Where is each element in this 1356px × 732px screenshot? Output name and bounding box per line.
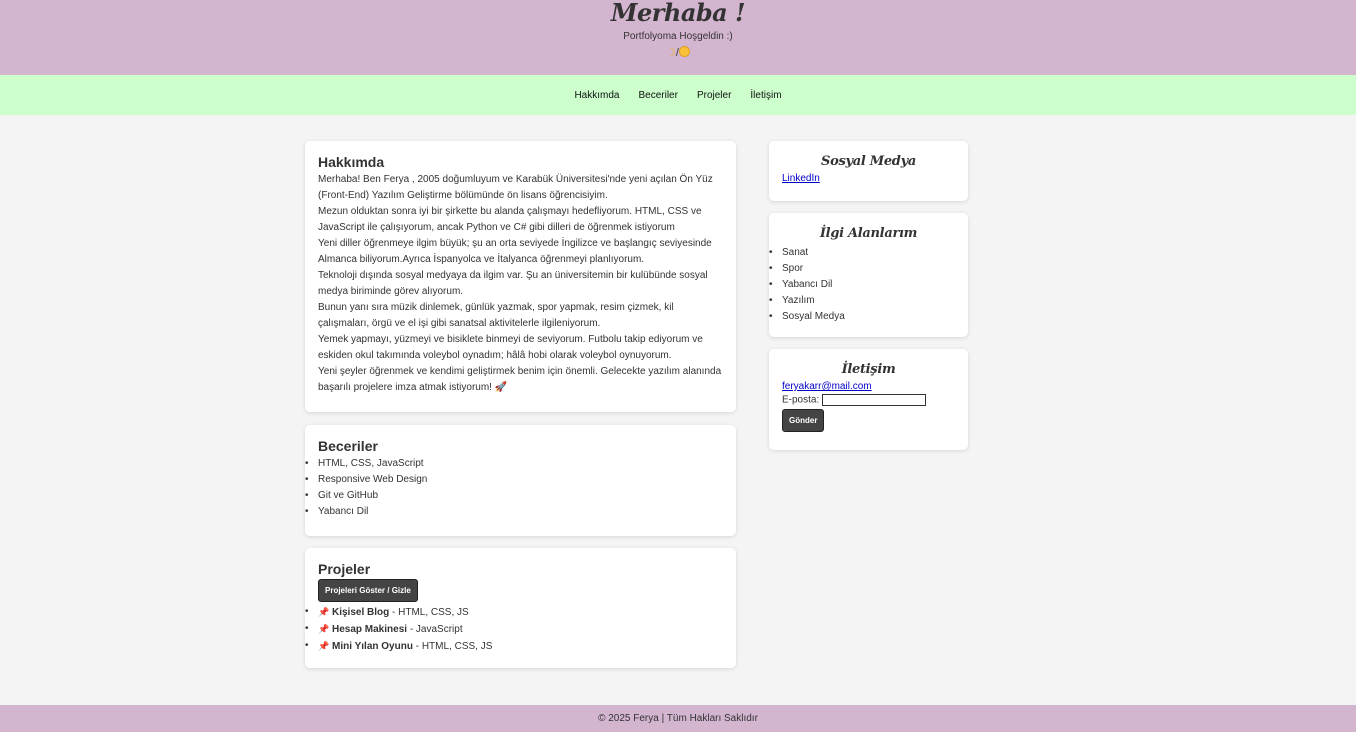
sun-icon[interactable]: [678, 46, 690, 57]
about-paragraph: Yeni diller öğrenmeye ilgim büyük; şu an…: [318, 238, 712, 265]
projects-list: 📌 Kişisel Blog - HTML, CSS, JS 📌 Hesap M…: [305, 604, 723, 655]
list-item: Git ve GitHub: [305, 488, 723, 504]
list-item: Sosyal Medya: [769, 309, 955, 325]
about-paragraph: Teknoloji dışında sosyal medyaya da ilgi…: [318, 270, 708, 297]
about-paragraph: Yemek yapmayı, yüzmeyi ve bisiklete binm…: [318, 334, 703, 361]
theme-toggle: ☽/: [0, 46, 1356, 59]
list-item: 📌 Mini Yılan Oyunu - HTML, CSS, JS: [305, 638, 723, 655]
skills-list: HTML, CSS, JavaScript Responsive Web Des…: [305, 456, 723, 520]
page-title: Merhaba !: [610, 0, 746, 27]
project-tech: - HTML, CSS, JS: [389, 607, 469, 618]
project-name: Hesap Makinesi: [332, 624, 408, 635]
interests-list: Sanat Spor Yabancı Dil Yazılım Sosyal Me…: [769, 245, 955, 325]
toggle-projects-button[interactable]: Projeleri Göster / Gizle: [318, 579, 418, 602]
about-paragraph: Bunun yanı sıra müzik dinlemek, günlük y…: [318, 302, 674, 329]
project-tech: - HTML, CSS, JS: [412, 641, 493, 652]
site-footer: © 2025 Ferya | Tüm Hakları Saklıdır: [0, 705, 1356, 732]
footer-text: © 2025 Ferya | Tüm Hakları Saklıdır: [598, 713, 758, 724]
nav-link-contact[interactable]: İletişim: [750, 90, 781, 101]
about-section: Hakkımda Merhaba! Ben Ferya , 2005 doğum…: [305, 141, 736, 412]
nav-link-projects[interactable]: Projeler: [697, 90, 731, 101]
skills-section: Beceriler HTML, CSS, JavaScript Responsi…: [305, 425, 736, 536]
social-heading: Sosyal Medya: [821, 154, 916, 169]
social-section: Sosyal Medya LinkedIn: [769, 141, 968, 201]
main-nav: Hakkımda Beceriler Projeler İletişim: [0, 75, 1356, 115]
submit-button[interactable]: Gönder: [782, 409, 825, 432]
list-item: Spor: [769, 261, 955, 277]
project-name: Mini Yılan Oyunu: [332, 641, 413, 652]
pin-icon: 📌: [318, 624, 330, 634]
linkedin-link[interactable]: LinkedIn: [782, 173, 820, 184]
nav-link-about[interactable]: Hakkımda: [574, 90, 619, 101]
email-link[interactable]: feryakarr@mail.com: [782, 381, 872, 392]
about-paragraph: Yeni şeyler öğrenmek ve kendimi geliştir…: [318, 366, 722, 393]
site-header: Merhaba ! Portfolyoma Hoşgeldin :) ☽/: [0, 0, 1356, 75]
project-tech: - JavaScript: [407, 624, 463, 635]
page-subtitle: Portfolyoma Hoşgeldin :): [623, 31, 733, 42]
skills-heading: Beceriler: [318, 438, 378, 454]
email-label: E-posta:: [782, 394, 820, 406]
interests-section: İlgi Alanlarım Sanat Spor Yabancı Dil Ya…: [769, 213, 968, 337]
list-item: 📌 Kişisel Blog - HTML, CSS, JS: [305, 604, 723, 621]
list-item: HTML, CSS, JavaScript: [305, 456, 723, 472]
list-item: 📌 Hesap Makinesi - JavaScript: [305, 621, 723, 638]
moon-icon[interactable]: ☽: [666, 47, 676, 59]
about-heading: Hakkımda: [318, 154, 385, 170]
list-item: Sanat: [769, 245, 955, 261]
about-paragraph: Merhaba! Ben Ferya , 2005 doğumluyum ve …: [318, 174, 713, 201]
list-item: Yabancı Dil: [769, 277, 955, 293]
email-row: E-posta:: [782, 394, 955, 406]
contact-heading: İletişim: [841, 362, 896, 377]
pin-icon: 📌: [318, 607, 330, 617]
list-item: Responsive Web Design: [305, 472, 723, 488]
about-paragraph: Mezun olduktan sonra iyi bir şirkette bu…: [318, 206, 702, 233]
list-item: Yazılım: [769, 293, 955, 309]
project-name: Kişisel Blog: [332, 607, 390, 618]
contact-section: İletişim feryakarr@mail.com E-posta: Gön…: [769, 349, 968, 450]
projects-heading: Projeler: [318, 561, 371, 577]
projects-section: Projeler Projeleri Göster / Gizle 📌 Kişi…: [305, 548, 736, 668]
interests-heading: İlgi Alanlarım: [819, 226, 918, 241]
email-field[interactable]: [822, 394, 927, 406]
nav-link-skills[interactable]: Beceriler: [638, 90, 677, 101]
list-item: Yabancı Dil: [305, 504, 723, 520]
pin-icon: 📌: [318, 641, 330, 651]
